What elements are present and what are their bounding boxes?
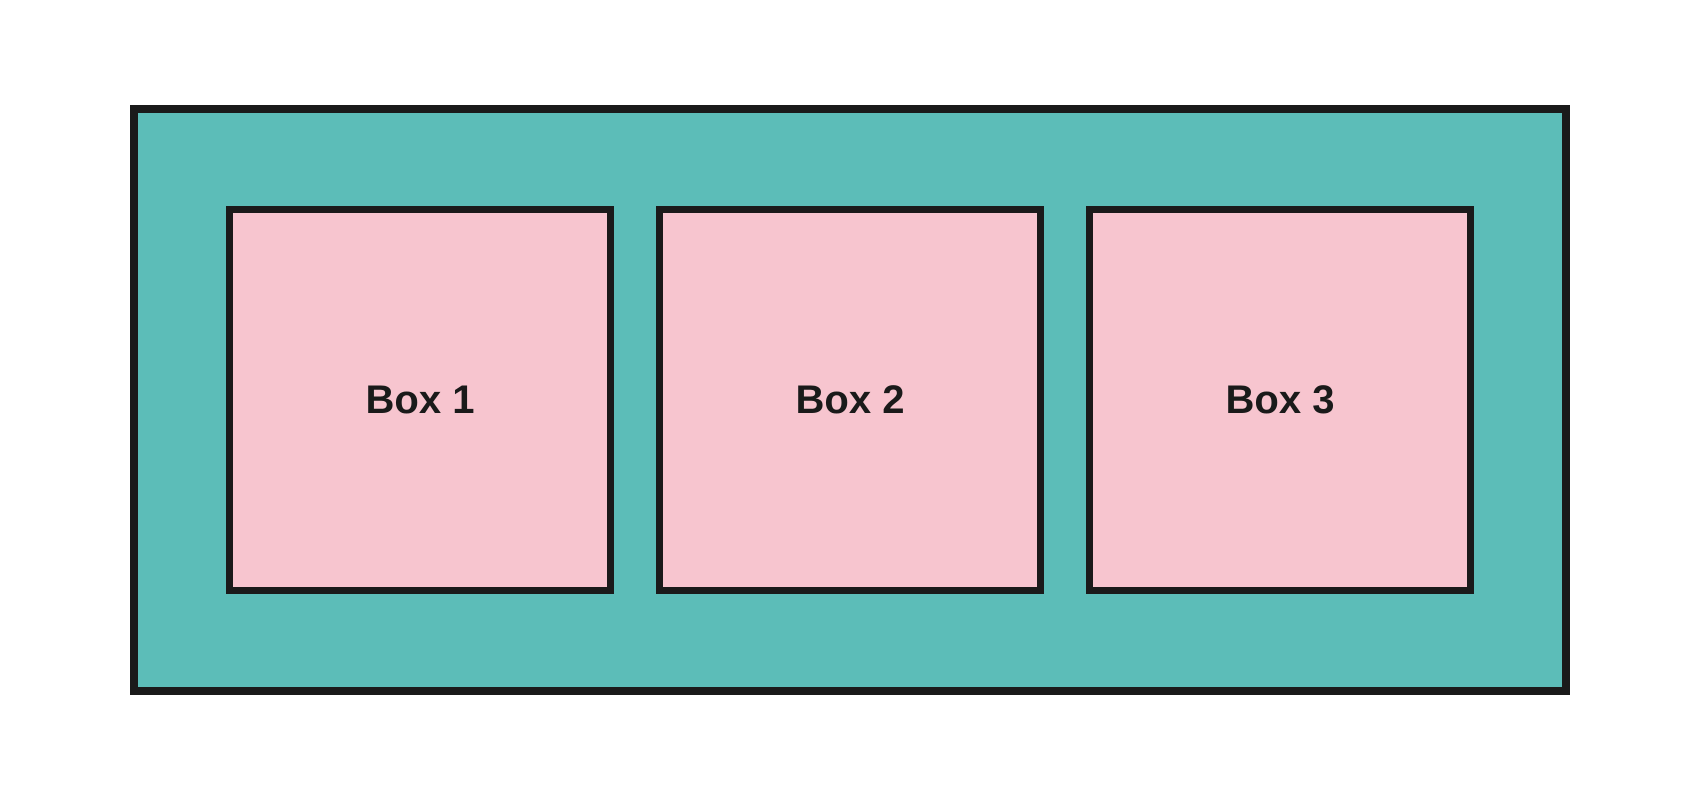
box-2: Box 2 [656,206,1044,594]
box-3: Box 3 [1086,206,1474,594]
box-3-label: Box 3 [1226,378,1335,423]
box-1: Box 1 [226,206,614,594]
box-container: Box 1 Box 2 Box 3 [130,105,1570,695]
box-2-label: Box 2 [796,378,905,423]
box-1-label: Box 1 [366,378,475,423]
